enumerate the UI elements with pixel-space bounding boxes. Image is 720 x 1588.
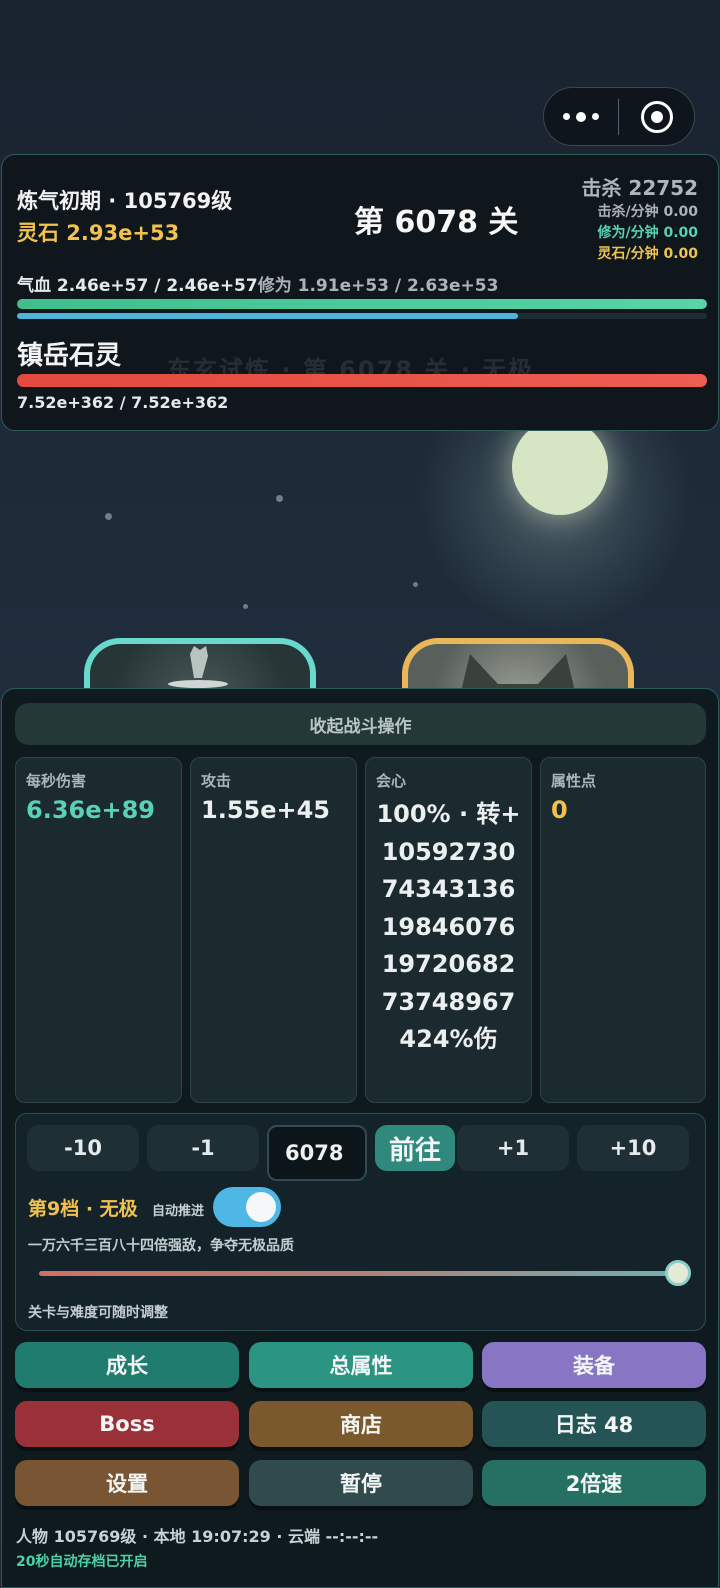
cultivation-bar-fill [17, 313, 518, 319]
kill-count: 击杀 22752 [581, 176, 698, 200]
stage-plus-10-button[interactable]: +10 [577, 1125, 689, 1171]
settings-button[interactable]: 设置 [15, 1460, 239, 1506]
more-dots-icon [563, 113, 570, 120]
more-menu-button[interactable] [544, 111, 618, 122]
attribute-points-value: 0 [551, 796, 568, 824]
attack-label: 攻击 [201, 772, 232, 790]
adjust-hint: 关卡与难度可随时调整 [28, 1305, 168, 1321]
cultivation-bar-track [17, 313, 707, 319]
crit-label: 会心 [376, 772, 407, 790]
battle-panel: 收起战斗操作 每秒伤害 6.36e+89 攻击 1.55e+45 会心 100%… [1, 688, 719, 1588]
dps-card: 每秒伤害 6.36e+89 [15, 757, 182, 1103]
stones-per-minute: 灵石/分钟 0.00 [597, 246, 698, 262]
stage-title: 第 6078 关 [354, 205, 519, 240]
player-realm: 炼气初期 · 105769级 [17, 189, 233, 213]
attack-card: 攻击 1.55e+45 [190, 757, 357, 1103]
attack-value: 1.55e+45 [201, 796, 330, 824]
autopush-label: 自动推进 [152, 1204, 205, 1219]
moon [512, 419, 608, 515]
kills-per-minute: 击杀/分钟 0.00 [597, 204, 698, 220]
player-vitals: 气血 2.46e+57 / 2.46e+57修为 1.91e+53 / 2.63… [17, 271, 498, 296]
go-to-stage-button[interactable]: 前往 [375, 1125, 455, 1171]
total-attributes-button[interactable]: 总属性 [249, 1342, 473, 1388]
growth-button[interactable]: 成长 [15, 1342, 239, 1388]
player-hp-bar [17, 299, 707, 309]
player-hp-text: 气血 2.46e+57 / 2.46e+57 [17, 276, 258, 296]
cultivation-per-minute: 修为/分钟 0.00 [597, 225, 698, 241]
shop-button[interactable]: 商店 [249, 1401, 473, 1447]
star [105, 513, 112, 520]
stage-number-input[interactable] [267, 1125, 367, 1181]
status-panel: 炼气初期 · 105769级 灵石 2.93e+53 第 6078 关 击杀 2… [1, 154, 719, 431]
equipment-button[interactable]: 装备 [482, 1342, 706, 1388]
player-cultivation-text: 修为 1.91e+53 / 2.63e+53 [257, 276, 499, 296]
footer-status: 人物 105769级 · 本地 19:07:29 · 云端 --:--:-- [16, 1527, 379, 1546]
difficulty-slider-thumb[interactable] [665, 1260, 691, 1286]
stage-minus-1-button[interactable]: -1 [147, 1125, 259, 1171]
dps-value: 6.36e+89 [26, 796, 155, 824]
boss-button[interactable]: Boss [15, 1401, 239, 1447]
enemy-hp-text: 7.52e+362 / 7.52e+362 [17, 393, 229, 412]
difficulty-tier: 第9档 · 无极 [28, 1198, 138, 1220]
autosave-status: 20秒自动存档已开启 [16, 1554, 148, 1570]
attribute-points-card[interactable]: 属性点 0 [540, 757, 706, 1103]
more-dots-icon [576, 111, 586, 122]
enemy-name: 镇岳石灵 [17, 341, 122, 371]
pause-button[interactable]: 暂停 [249, 1460, 473, 1506]
speed-button[interactable]: 2倍速 [482, 1460, 706, 1506]
log-button[interactable]: 日志 48 [482, 1401, 706, 1447]
target-icon [640, 100, 673, 133]
star [243, 604, 248, 609]
enemy-hp-bar [17, 374, 707, 387]
miniprogram-capsule [543, 87, 695, 146]
close-miniprogram-button[interactable] [619, 100, 694, 133]
attribute-points-label: 属性点 [551, 772, 597, 790]
toggle-knob [246, 1192, 276, 1222]
autopush-toggle[interactable] [213, 1187, 281, 1227]
difficulty-description: 一万六千三百八十四倍强敌，争夺无极品质 [28, 1238, 294, 1254]
spirit-stones: 灵石 2.93e+53 [17, 221, 180, 245]
crit-card: 会心 100% · 转+1059273074343136198460761972… [365, 757, 532, 1103]
stage-plus-1-button[interactable]: +1 [457, 1125, 569, 1171]
star [276, 495, 283, 502]
dps-label: 每秒伤害 [26, 772, 87, 790]
more-dots-icon [592, 113, 599, 120]
stage-minus-10-button[interactable]: -10 [27, 1125, 139, 1171]
difficulty-slider[interactable] [39, 1271, 681, 1276]
collapse-battle-button[interactable]: 收起战斗操作 [15, 703, 706, 745]
stage-control-panel: -10 -1 前往 +1 +10 第9档 · 无极 自动推进 一万六千三百八十四… [15, 1113, 706, 1331]
crit-value: 100% · 转+1059273074343136198460761972068… [376, 800, 521, 1053]
star [413, 582, 418, 587]
